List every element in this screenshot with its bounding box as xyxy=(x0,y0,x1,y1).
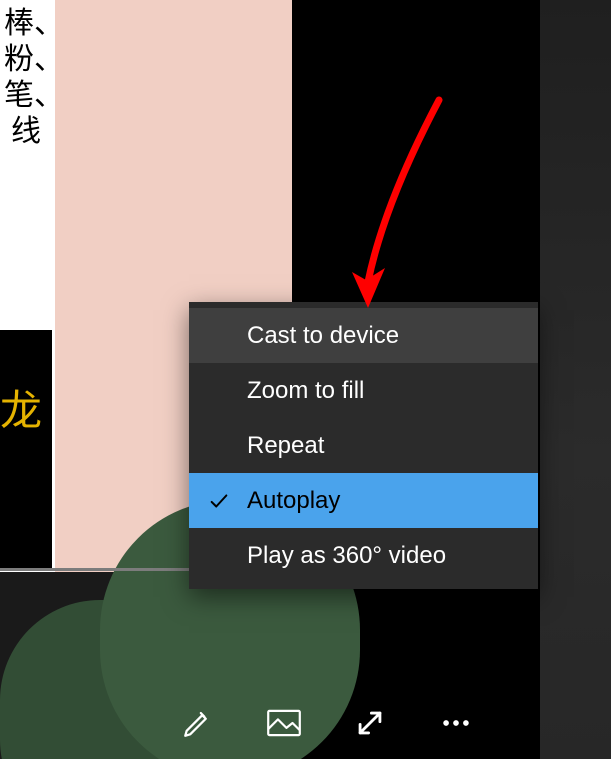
viewer-window: 棒、 粉、 笔、 线 龙 xyxy=(0,0,611,759)
menu-item-play-360[interactable]: Play as 360° video xyxy=(189,528,538,583)
background-black-box: 龙 xyxy=(0,330,52,568)
photo-button[interactable] xyxy=(256,695,312,751)
bottom-toolbar xyxy=(0,687,540,759)
more-icon xyxy=(439,706,473,740)
edit-button[interactable] xyxy=(170,695,226,751)
menu-item-label: Cast to device xyxy=(247,322,399,350)
pencil-icon xyxy=(181,706,215,740)
background-gold-glyph: 龙 xyxy=(0,387,42,434)
fullscreen-icon xyxy=(353,706,387,740)
background-right-pane xyxy=(540,0,611,759)
menu-item-repeat[interactable]: Repeat xyxy=(189,418,538,473)
menu-item-autoplay[interactable]: Autoplay xyxy=(189,473,538,528)
menu-item-label: Zoom to fill xyxy=(247,377,364,405)
menu-item-zoom-to-fill[interactable]: Zoom to fill xyxy=(189,363,538,418)
fullscreen-button[interactable] xyxy=(342,695,398,751)
more-button[interactable] xyxy=(428,695,484,751)
menu-item-label: Repeat xyxy=(247,432,324,460)
menu-item-cast-to-device[interactable]: Cast to device xyxy=(189,308,538,363)
menu-item-label: Play as 360° video xyxy=(247,542,446,570)
context-menu: Cast to device Zoom to fill Repeat Autop… xyxy=(189,302,538,589)
check-icon xyxy=(207,489,231,513)
photo-icon xyxy=(267,709,301,737)
background-cjk-text: 棒、 粉、 笔、 线 xyxy=(4,6,48,150)
menu-item-label: Autoplay xyxy=(247,487,340,515)
